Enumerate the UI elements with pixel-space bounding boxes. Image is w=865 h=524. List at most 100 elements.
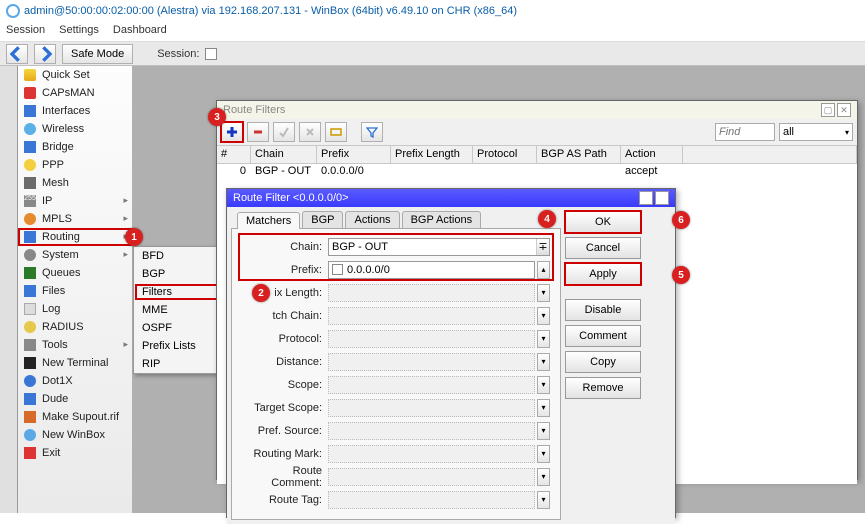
menu-dashboard[interactable]: Dashboard: [113, 24, 167, 39]
menu-mpls[interactable]: MPLS▸: [18, 210, 132, 228]
menu-dot1x[interactable]: Dot1X: [18, 372, 132, 390]
expand-down-button[interactable]: ▾: [537, 468, 550, 486]
col-aspath[interactable]: BGP AS Path: [537, 146, 621, 163]
ok-button[interactable]: OK: [565, 211, 641, 233]
menu-dude[interactable]: Dude: [18, 390, 132, 408]
enable-button[interactable]: [273, 122, 295, 142]
input-distance[interactable]: [328, 353, 535, 371]
menu-makesupout[interactable]: Make Supout.rif: [18, 408, 132, 426]
winbox-logo-icon: [6, 4, 20, 18]
chevron-right-icon: ▸: [123, 339, 128, 350]
close-button[interactable]: ✕: [837, 103, 851, 117]
expand-down-button[interactable]: ▾: [537, 330, 550, 348]
menu-files[interactable]: Files: [18, 282, 132, 300]
expand-down-button[interactable]: ▾: [537, 376, 550, 394]
input-plen[interactable]: [328, 284, 535, 302]
col-plen[interactable]: Prefix Length: [391, 146, 473, 163]
comment-button[interactable]: [325, 122, 347, 142]
input-scope[interactable]: [328, 376, 535, 394]
copy-button[interactable]: Copy: [565, 351, 641, 373]
marker-1: 1: [125, 228, 143, 246]
expand-down-button[interactable]: ▾: [537, 491, 550, 509]
row-chain: Chain: BGP - OUT∓: [242, 237, 550, 256]
close-button[interactable]: ✕: [655, 191, 669, 205]
menu-bridge[interactable]: Bridge: [18, 138, 132, 156]
menu-session[interactable]: Session: [6, 24, 45, 39]
tools-icon: [24, 339, 36, 351]
menu-radius[interactable]: RADIUS: [18, 318, 132, 336]
route-filter-titlebar[interactable]: Route Filter <0.0.0.0/0> ▢ ✕: [227, 189, 675, 207]
chevron-doubledown-icon[interactable]: ∓: [536, 239, 549, 255]
route-filters-titlebar[interactable]: Route Filters ▢ ✕: [217, 101, 857, 119]
tab-matchers[interactable]: Matchers: [237, 212, 300, 229]
log-icon: [24, 303, 36, 315]
tab-actions[interactable]: Actions: [345, 211, 399, 228]
menu-ppp[interactable]: PPP: [18, 156, 132, 174]
dot1x-icon: [24, 375, 36, 387]
input-routetag[interactable]: [328, 491, 535, 509]
minimize-button[interactable]: ▢: [639, 191, 653, 205]
add-button[interactable]: [221, 122, 243, 142]
chevron-right-icon: ▸: [123, 249, 128, 260]
input-routingmark[interactable]: [328, 445, 535, 463]
input-prefix[interactable]: 0.0.0.0/0: [328, 261, 535, 279]
disable-button[interactable]: [299, 122, 321, 142]
menu-ip[interactable]: 255IP▸: [18, 192, 132, 210]
remove-button[interactable]: [247, 122, 269, 142]
col-prefix[interactable]: Prefix: [317, 146, 391, 163]
filter-button[interactable]: [361, 122, 383, 142]
menu-routing[interactable]: Routing▸: [18, 228, 132, 246]
input-chain[interactable]: BGP - OUT∓: [328, 238, 550, 256]
col-chain[interactable]: Chain: [251, 146, 317, 163]
prefix-invert-checkbox[interactable]: [332, 264, 343, 275]
session-checkbox[interactable]: [205, 48, 217, 60]
menu-wireless[interactable]: Wireless: [18, 120, 132, 138]
collapse-up-button[interactable]: ▴: [537, 261, 550, 279]
menu-log[interactable]: Log: [18, 300, 132, 318]
comment-button[interactable]: Comment: [565, 325, 641, 347]
menu-tools[interactable]: Tools▸: [18, 336, 132, 354]
redo-button[interactable]: [34, 44, 56, 64]
filter-combo[interactable]: all▾: [779, 123, 853, 141]
disable-button[interactable]: Disable: [565, 299, 641, 321]
col-num[interactable]: #: [217, 146, 251, 163]
remove-dlg-button[interactable]: Remove: [565, 377, 641, 399]
expand-down-button[interactable]: ▾: [537, 307, 550, 325]
input-protocol[interactable]: [328, 330, 535, 348]
input-matchchain[interactable]: [328, 307, 535, 325]
menu-queues[interactable]: Queues: [18, 264, 132, 282]
label-chain: Chain:: [242, 241, 328, 253]
tab-bgp[interactable]: BGP: [302, 211, 343, 228]
expand-down-button[interactable]: ▾: [537, 422, 550, 440]
find-input[interactable]: [715, 123, 775, 141]
expand-down-button[interactable]: ▾: [537, 284, 550, 302]
chevron-down-icon: ▾: [845, 128, 849, 137]
input-routecomment[interactable]: [328, 468, 535, 486]
expand-down-button[interactable]: ▾: [537, 399, 550, 417]
menu-interfaces[interactable]: Interfaces: [18, 102, 132, 120]
minimize-button[interactable]: ▢: [821, 103, 835, 117]
apply-button[interactable]: Apply: [565, 263, 641, 285]
input-prefsource[interactable]: [328, 422, 535, 440]
menu-mesh[interactable]: Mesh: [18, 174, 132, 192]
label-targetscope: Target Scope:: [242, 402, 328, 414]
menu-capsman[interactable]: CAPsMAN: [18, 84, 132, 102]
expand-down-button[interactable]: ▾: [537, 353, 550, 371]
safe-mode-button[interactable]: Safe Mode: [62, 44, 133, 64]
menu-exit[interactable]: Exit: [18, 444, 132, 462]
menu-newwinbox[interactable]: New WinBox: [18, 426, 132, 444]
tab-bgpactions[interactable]: BGP Actions: [402, 211, 482, 228]
col-action[interactable]: Action: [621, 146, 683, 163]
window-titlebar: admin@50:00:00:02:00:00 (Alestra) via 19…: [0, 0, 865, 22]
menu-settings[interactable]: Settings: [59, 24, 99, 39]
menu-quickset[interactable]: Quick Set: [18, 66, 132, 84]
menu-newterminal[interactable]: New Terminal: [18, 354, 132, 372]
marker-4: 4: [538, 210, 556, 228]
col-proto[interactable]: Protocol: [473, 146, 537, 163]
input-targetscope[interactable]: [328, 399, 535, 417]
undo-button[interactable]: [6, 44, 28, 64]
table-row[interactable]: 0 BGP - OUT 0.0.0.0/0 accept: [217, 164, 857, 179]
menu-system[interactable]: System▸: [18, 246, 132, 264]
cancel-button[interactable]: Cancel: [565, 237, 641, 259]
expand-down-button[interactable]: ▾: [537, 445, 550, 463]
